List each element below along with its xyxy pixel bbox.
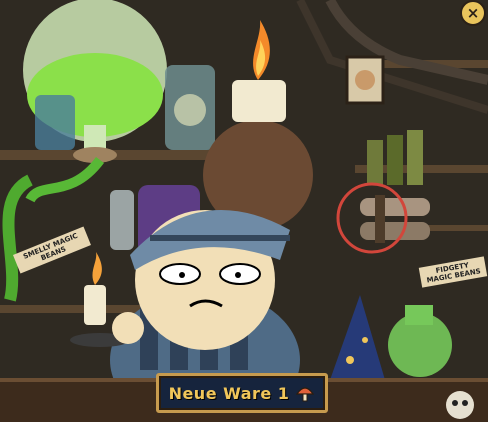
shop-background [0, 0, 488, 422]
new-items-label: Neue Ware 1 [168, 383, 290, 403]
close-icon: × [466, 3, 480, 22]
shop-scene: SMELLY MAGIC BEANS FIDGETY MAGIC BEANS ×… [0, 0, 488, 422]
close-button[interactable]: × [460, 0, 486, 26]
skull-icon [446, 391, 474, 419]
shelf-bottom [0, 305, 140, 313]
mushroom-icon [296, 387, 315, 402]
new-items-button[interactable]: Neue Ware 1 [156, 373, 328, 413]
